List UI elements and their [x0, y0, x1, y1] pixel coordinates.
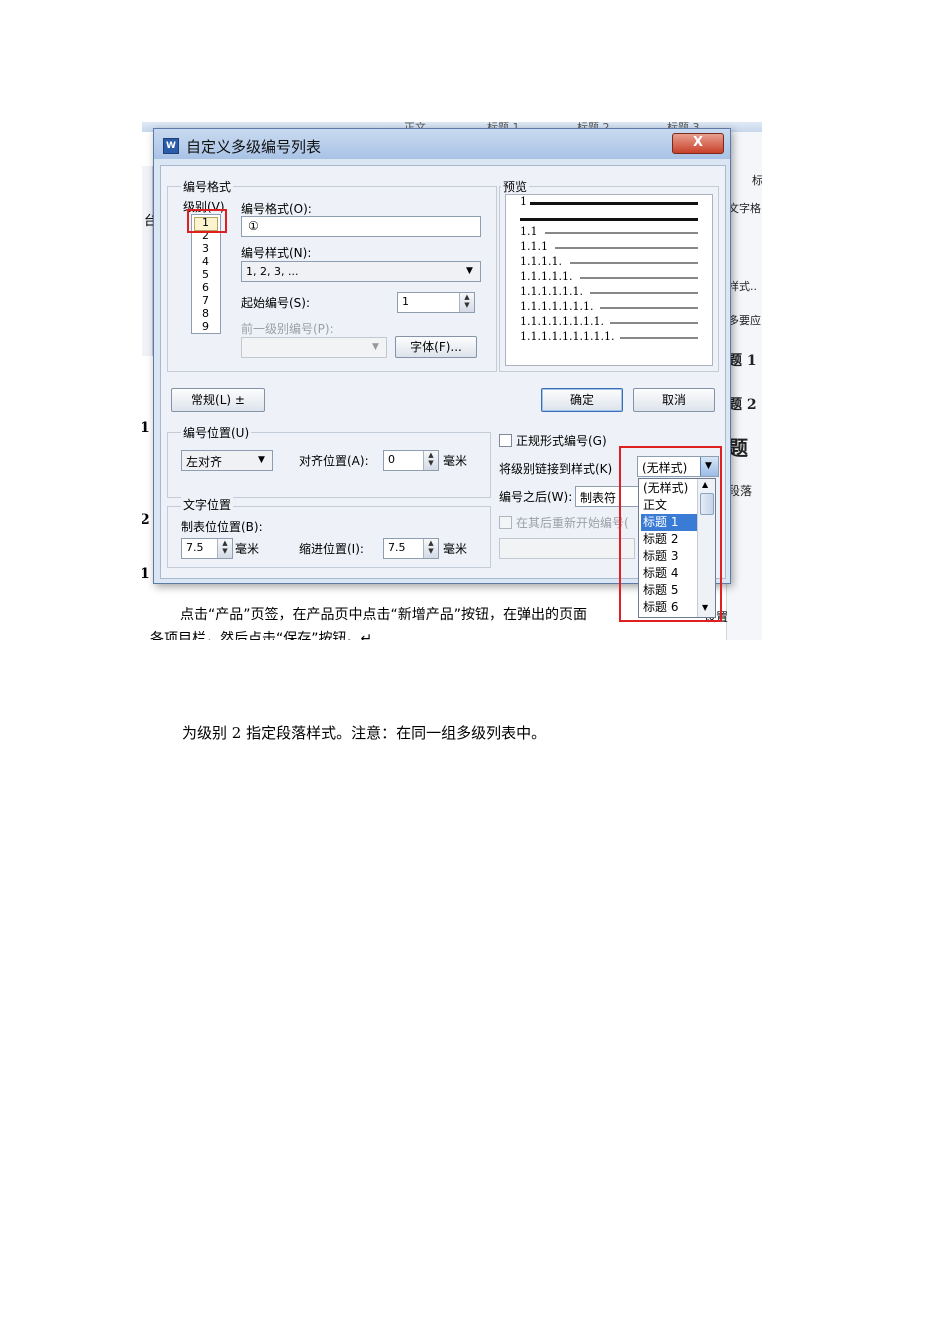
panel-text: 多要应	[728, 314, 761, 327]
restart-checkbox[interactable]	[499, 516, 512, 529]
caption-text: 为级别 2 指定段落样式。注意：在同一组多级列表中。	[182, 724, 547, 742]
left-glyph: 1	[142, 420, 150, 436]
dialog-title: 自定义多级编号列表	[186, 138, 322, 156]
level-item[interactable]: 9	[202, 320, 209, 333]
chevron-down-icon: ▼	[258, 455, 265, 465]
preview-level-label: 1.1.1.1.1.1.1.	[520, 300, 594, 313]
format-label: 编号格式(O):	[241, 202, 312, 216]
normal-button[interactable]: 常规(L) ±	[171, 388, 265, 412]
preview-line	[590, 292, 698, 294]
preview-level-label: 1.1.1.1.1.1.	[520, 285, 583, 298]
preview-line	[530, 202, 698, 205]
preview-line	[610, 322, 698, 324]
legal-label: 正规形式编号(G)	[516, 434, 607, 448]
chevron-down-icon: ▼	[372, 342, 379, 352]
start-label: 起始编号(S):	[241, 296, 311, 310]
preview-line	[555, 247, 698, 249]
preview-line	[580, 277, 698, 279]
indent-unit: 毫米	[443, 542, 468, 556]
font-button[interactable]: 字体(F)...	[395, 336, 477, 358]
doc-text-line: 各项目栏，然后点击“保存”按钮。↵	[150, 631, 373, 640]
panel-text: 段落	[728, 484, 753, 498]
after-label: 编号之后(W):	[499, 490, 573, 504]
level-item[interactable]: 8	[202, 307, 209, 320]
tab-input[interactable]: 7.5 ▲ ▼	[181, 538, 233, 559]
format-value: ①	[248, 219, 259, 233]
spin-icon[interactable]: ▲ ▼	[423, 451, 438, 470]
align-pos-value: 0	[388, 453, 395, 466]
chevron-down-icon: ▼	[466, 266, 473, 276]
panel-heading-1[interactable]: 题 1	[728, 350, 757, 370]
format-input[interactable]: ①	[241, 216, 481, 237]
indent-label: 缩进位置(I):	[299, 542, 364, 556]
group-label: 编号位置(U)	[181, 424, 252, 441]
left-ruler	[142, 166, 153, 356]
left-glyph: 1	[142, 566, 150, 582]
align-value: 左对齐	[186, 455, 223, 469]
align-pos-input[interactable]: 0 ▲ ▼	[383, 450, 439, 471]
preview-line	[545, 232, 698, 234]
start-value: 1	[402, 295, 409, 308]
preview-line	[520, 218, 698, 221]
preview-level-label: 1.1.1.1.1.1.1.1.1.	[520, 330, 615, 343]
preview-label: 预览	[501, 178, 530, 195]
link-label: 将级别链接到样式(K)	[499, 462, 613, 476]
style-value: 1, 2, 3, ...	[246, 265, 299, 278]
level-item[interactable]: 7	[202, 294, 209, 307]
dropdown-highlight-box	[619, 446, 722, 622]
app-icon: W	[163, 138, 179, 154]
unit-label: 毫米	[443, 454, 468, 468]
preview-level-label: 1.1.1.1.1.	[520, 270, 573, 283]
ok-button[interactable]: 确定	[541, 388, 623, 412]
style-select[interactable]: 1, 2, 3, ... ▼	[241, 261, 481, 282]
preview-level-label: 1.1.1	[520, 240, 548, 253]
after-value: 制表符	[580, 491, 617, 505]
dialog-titlebar[interactable]: W 自定义多级编号列表 X	[154, 129, 730, 159]
preview-line	[600, 307, 698, 309]
level-item[interactable]: 5	[202, 268, 209, 281]
tab-value: 7.5	[186, 541, 204, 554]
spin-icon[interactable]: ▲ ▼	[217, 539, 232, 558]
align-pos-label: 对齐位置(A):	[299, 454, 369, 468]
close-button[interactable]: X	[672, 133, 724, 154]
align-select[interactable]: 左对齐 ▼	[181, 450, 273, 471]
restart-select[interactable]	[499, 538, 635, 559]
preview-line	[570, 262, 698, 264]
prev-level-label: 前一级别编号(P):	[241, 322, 334, 336]
level-highlight-box	[187, 209, 227, 233]
level-item[interactable]: 3	[202, 242, 209, 255]
panel-text: 标	[752, 174, 762, 187]
style-label: 编号样式(N):	[241, 246, 312, 260]
tab-label: 制表位位置(B):	[181, 520, 263, 534]
preview-pane: 1 1.1 1.1.1 1.1.1.1. 1.1.1.1.1. 1.1.1.1.1.1. 1…	[505, 194, 713, 366]
indent-input[interactable]: 7.5 ▲ ▼	[383, 538, 439, 559]
preview-level-label: 1.1.1.1.	[520, 255, 562, 268]
preview-line	[620, 337, 698, 339]
level-item[interactable]: 4	[202, 255, 209, 268]
legal-checkbox[interactable]	[499, 434, 512, 447]
spin-icon[interactable]: ▲ ▼	[459, 293, 474, 312]
panel-text: 文字格	[728, 202, 761, 215]
panel-text[interactable]: 样式..	[728, 278, 757, 294]
start-input[interactable]: 1 ▲ ▼	[397, 292, 475, 313]
tab-unit: 毫米	[235, 542, 260, 556]
prev-level-select[interactable]: ▼	[241, 337, 387, 358]
restart-label: 在其后重新开始编号(	[516, 516, 629, 530]
indent-value: 7.5	[388, 541, 406, 554]
cancel-button[interactable]: 取消	[633, 388, 715, 412]
doc-text-line: 点击“产品”页签，在产品页中点击“新增产品”按钮，在弹出的页面	[180, 607, 588, 623]
group-label: 编号格式	[181, 178, 234, 195]
preview-level-label: 1.1.1.1.1.1.1.1.	[520, 315, 604, 328]
left-glyph: 2	[142, 512, 150, 528]
group-label: 文字位置	[181, 496, 234, 513]
panel-heading[interactable]: 题	[728, 432, 748, 461]
panel-heading-2[interactable]: 题 2	[728, 394, 757, 414]
level-item[interactable]: 6	[202, 281, 209, 294]
spin-icon[interactable]: ▲ ▼	[423, 539, 438, 558]
preview-level-label: 1	[520, 195, 527, 208]
preview-level-label: 1.1	[520, 225, 538, 238]
